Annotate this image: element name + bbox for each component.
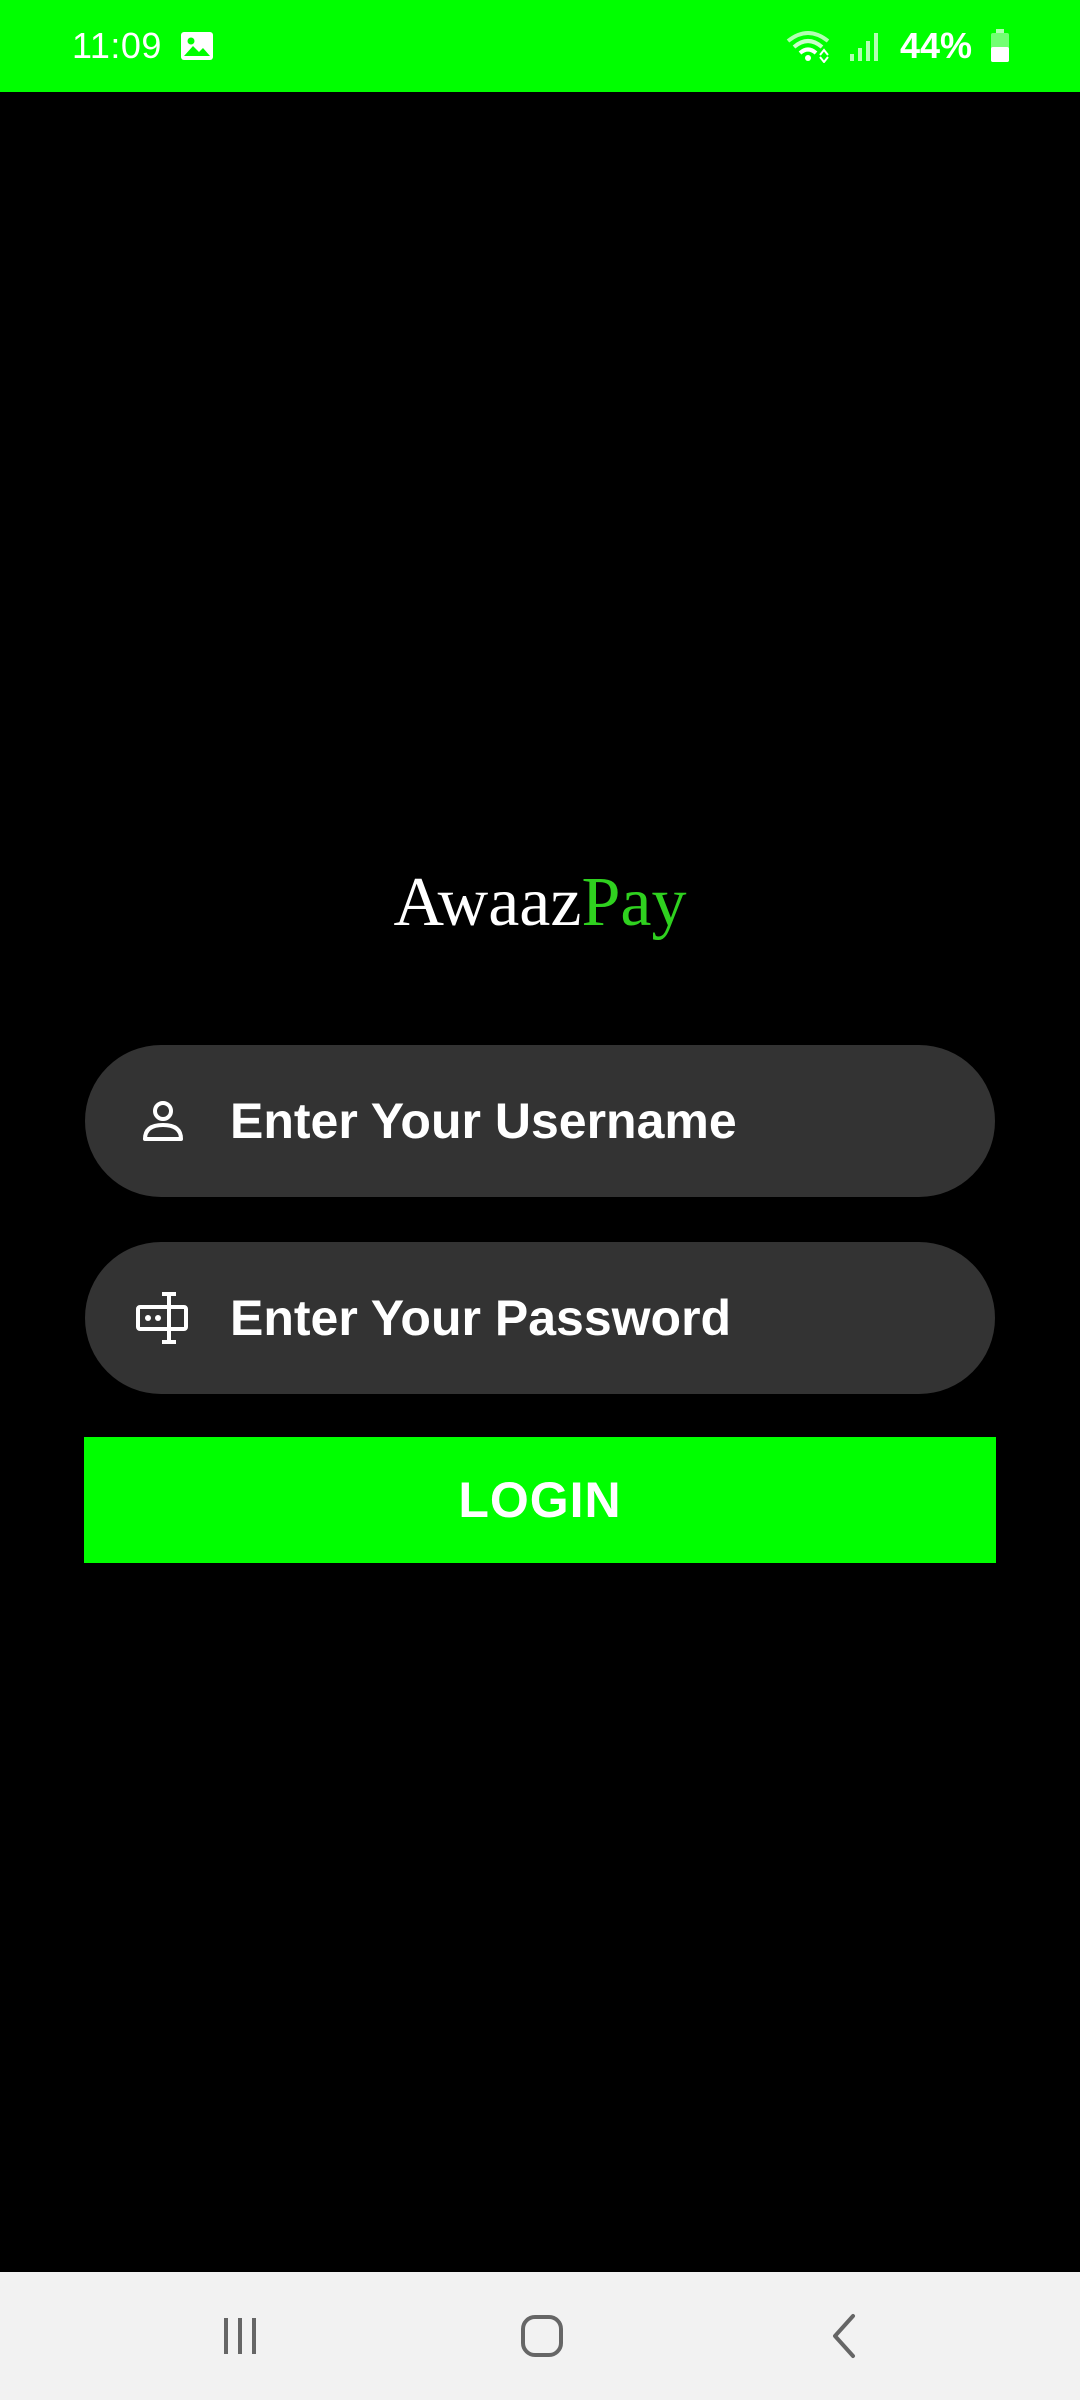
app-logo-title: AwaazPay xyxy=(0,858,1080,948)
username-field[interactable] xyxy=(85,1045,995,1197)
username-input[interactable] xyxy=(230,1092,910,1150)
battery-percent: 44% xyxy=(899,25,972,66)
person-icon xyxy=(131,1089,195,1153)
navigation-bar xyxy=(0,2272,1080,2400)
recents-icon[interactable] xyxy=(190,2296,290,2376)
battery-icon xyxy=(990,29,1010,63)
status-bar-left: 11:09 xyxy=(72,25,214,67)
status-bar-right: 44% xyxy=(786,25,1010,67)
back-icon[interactable] xyxy=(795,2296,895,2376)
login-button[interactable]: LOGIN xyxy=(84,1437,996,1563)
password-input[interactable] xyxy=(230,1289,910,1347)
status-bar: 11:09 44% xyxy=(0,0,1080,92)
login-screen: 11:09 44% AwaazPay Enter Your Username L… xyxy=(0,0,1080,2400)
password-field[interactable] xyxy=(85,1242,995,1394)
status-time: 11:09 xyxy=(72,25,162,66)
brand-name-part1: Awaaz xyxy=(393,864,582,941)
brand-name-part2: Pay xyxy=(581,864,687,941)
gallery-icon xyxy=(180,31,214,61)
password-icon xyxy=(131,1286,195,1350)
signal-icon xyxy=(848,30,882,62)
wifi-icon xyxy=(786,29,830,63)
home-icon[interactable] xyxy=(492,2296,592,2376)
